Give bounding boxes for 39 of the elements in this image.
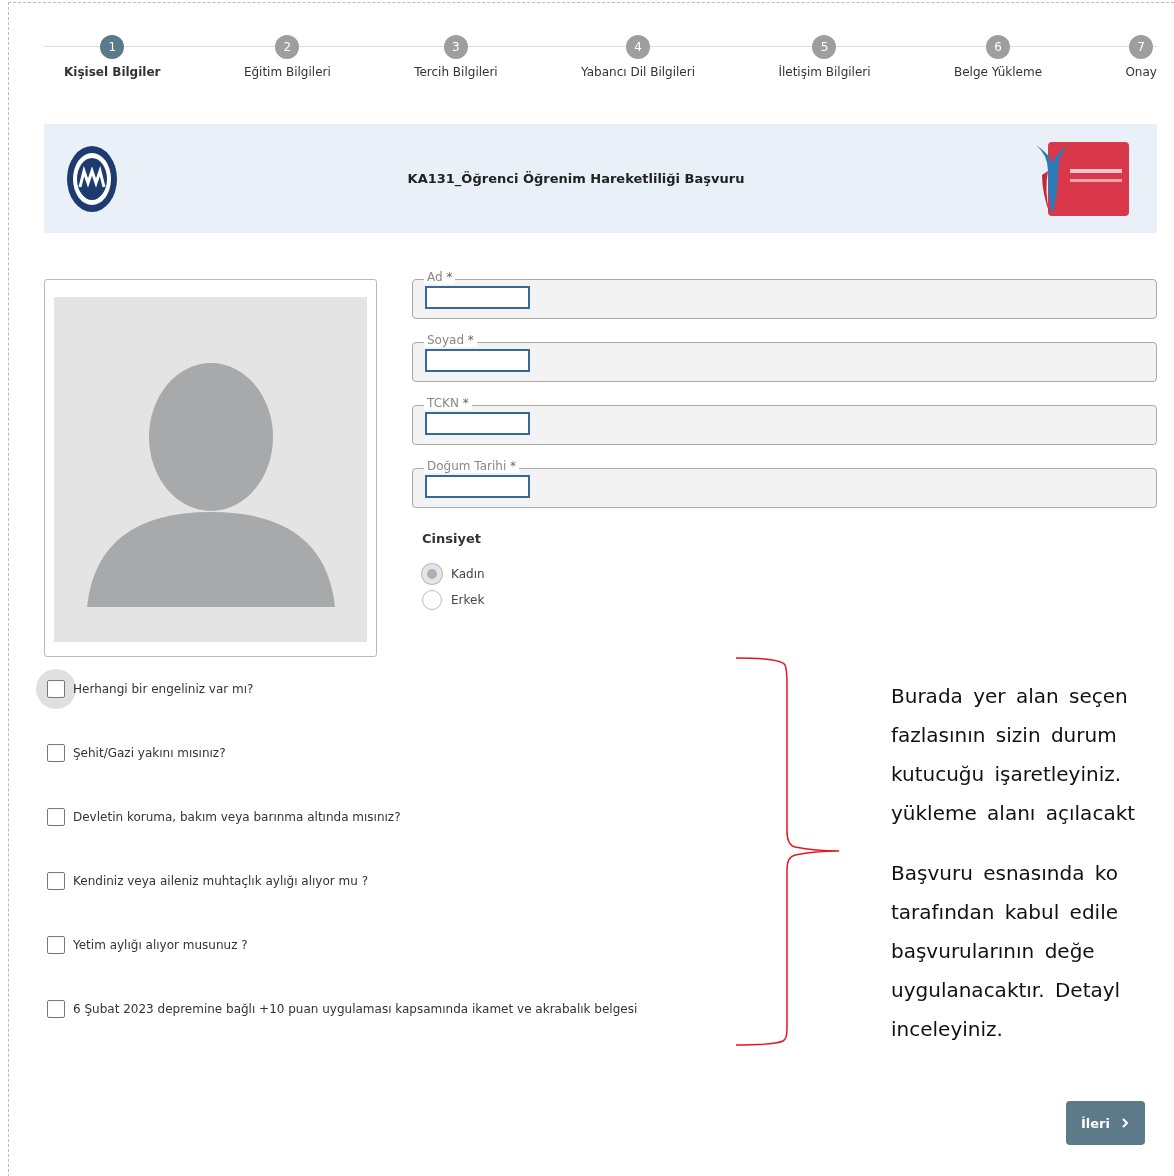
chevron-right-icon [1120,1117,1130,1129]
input-field[interactable] [425,286,530,309]
checkbox[interactable] [47,1000,65,1018]
checkbox[interactable] [47,744,65,762]
checkbox-label[interactable]: Herhangi bir engeliniz var mı? [73,682,254,696]
input-field[interactable] [425,349,530,372]
checkbox-label[interactable]: Devletin koruma, bakım veya barınma altında mısınız? [73,810,401,824]
radio-label[interactable]: Kadın [451,567,485,581]
gender-label: Cinsiyet [422,531,482,546]
step-label[interactable]: Kişisel Bilgiler [64,65,161,79]
checkbox[interactable] [47,680,65,698]
step-number[interactable]: 1 [100,35,125,59]
checkbox[interactable] [47,936,65,954]
input-field[interactable] [425,412,530,435]
step-label[interactable]: Onay [1125,65,1157,79]
step-label[interactable]: Eğitim Bilgileri [243,65,331,79]
field-label: TCKN * [424,396,472,410]
checkbox-label[interactable]: 6 Şubat 2023 depremine bağlı +10 puan uygulaması kapsamında ikamet ve akrabalık belgesi [73,1002,638,1016]
step-label[interactable]: Yabancı Dil Bilgileri [581,65,695,79]
university-seal-icon [66,144,118,213]
input-field[interactable] [425,475,530,498]
checkbox[interactable] [47,872,65,890]
radio-button[interactable] [422,590,442,610]
step-label[interactable]: Tercih Bilgileri [414,65,498,79]
annotation-text: Burada yer alan seçen fazlasının sizin durum kutucuğu işaretleyiniz. yükleme alanı açılacakt [891,683,1137,827]
checkbox-label[interactable]: Kendiniz veya aileniz muhtaçlık aylığı alıyor mu ? [73,874,369,888]
step-label[interactable]: İletişim Bilgileri [778,65,871,79]
agency-logo-icon [1034,140,1130,217]
field-label: Doğum Tarihi * [424,459,520,473]
step-label[interactable]: Belge Yükleme [954,65,1043,79]
field-label: Soyad * [424,333,477,347]
checkbox-label[interactable]: Yetim aylığı alıyor musunuz ? [73,938,248,952]
annotation-text: Başvuru esnasında ko tarafından kabul edile başvurularının değe uygulanacaktır. Detayl inceleyiniz. [891,860,1122,1043]
application-title: KA131_Öğrenci Öğrenim Hareketliliği Başvuru [407,171,745,186]
radio-label[interactable]: Erkek [451,593,485,607]
next-button[interactable]: İleri [1066,1101,1145,1145]
checkbox-label[interactable]: Şehit/Gazi yakını mısınız? [73,746,226,760]
field-label: Ad * [424,270,456,284]
checkbox[interactable] [47,808,65,826]
